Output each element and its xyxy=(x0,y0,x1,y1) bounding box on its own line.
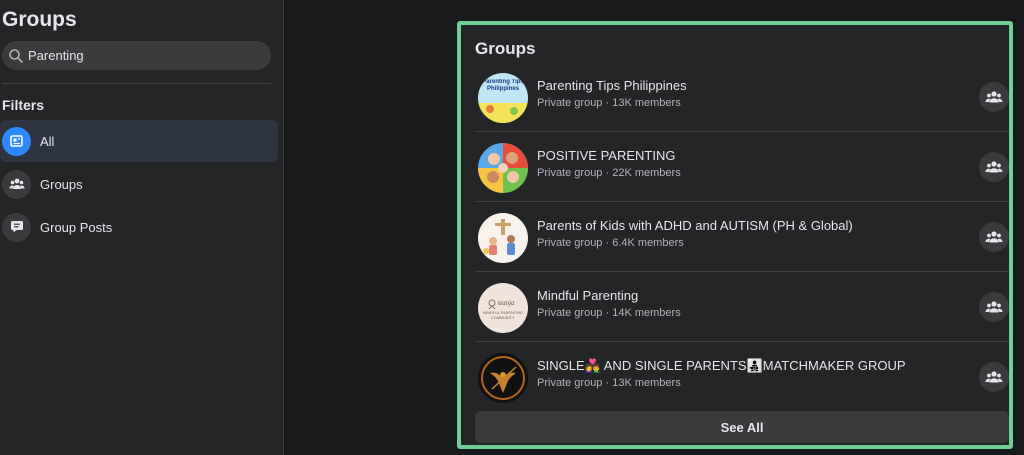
group-privacy: Private group xyxy=(537,237,603,249)
group-avatar[interactable] xyxy=(478,143,528,193)
group-row[interactable]: POSITIVE PARENTING Private group · 22K m… xyxy=(475,132,1011,202)
group-meta: Private group · 22K members xyxy=(537,167,681,179)
group-privacy: Private group xyxy=(537,97,603,109)
filter-group-posts[interactable]: Group Posts xyxy=(0,206,278,248)
group-meta: Private group · 14K members xyxy=(537,307,681,319)
groups-results-panel: Groups Parenting Tips Philippines Parent… xyxy=(457,21,1013,449)
group-privacy: Private group xyxy=(537,167,603,179)
group-meta: Private group · 13K members xyxy=(537,97,681,109)
join-group-button[interactable] xyxy=(979,292,1009,322)
svg-text:stanja: stanja xyxy=(497,299,515,307)
group-avatar[interactable] xyxy=(478,353,528,403)
avatar-text: Parenting Tips Philippines xyxy=(482,79,524,92)
group-members: 22K members xyxy=(612,167,681,179)
sidebar: Groups Filters All Groups Group Posts xyxy=(0,0,284,455)
group-row[interactable]: Parents of Kids with ADHD and AUTISM (PH… xyxy=(475,202,1011,272)
feed-icon xyxy=(2,126,31,156)
group-row[interactable]: SINGLE👩‍❤️‍👨 AND SINGLE PARENTS👨‍👧‍👦MATC… xyxy=(475,342,1011,412)
group-row[interactable]: Parenting Tips Philippines Parenting Tip… xyxy=(475,62,1011,132)
filter-label: All xyxy=(40,133,55,149)
join-group-button[interactable] xyxy=(979,362,1009,392)
group-meta: Private group · 6.4K members xyxy=(537,237,684,249)
group-row[interactable]: stanja MINDFUL PARENTING COMMUNITY Mindf… xyxy=(475,272,1011,342)
group-name[interactable]: SINGLE👩‍❤️‍👨 AND SINGLE PARENTS👨‍👧‍👦MATC… xyxy=(537,358,906,374)
group-avatar[interactable]: Parenting Tips Philippines xyxy=(478,73,528,123)
group-name[interactable]: POSITIVE PARENTING xyxy=(537,148,675,163)
group-name[interactable]: Mindful Parenting xyxy=(537,288,638,303)
group-members: 14K members xyxy=(612,307,681,319)
filters-title: Filters xyxy=(2,97,45,113)
group-members: 6.4K members xyxy=(612,237,684,249)
search-input[interactable] xyxy=(28,48,258,63)
filter-label: Groups xyxy=(40,176,83,192)
group-avatar[interactable]: stanja MINDFUL PARENTING COMMUNITY xyxy=(478,283,528,333)
see-all-button[interactable]: See All xyxy=(475,411,1009,443)
people-icon xyxy=(2,169,31,199)
filter-groups[interactable]: Groups xyxy=(0,163,278,205)
join-group-button[interactable] xyxy=(979,82,1009,112)
join-group-icon xyxy=(985,301,1003,313)
filter-label: Group Posts xyxy=(40,219,113,235)
sidebar-divider xyxy=(2,83,271,84)
join-group-icon xyxy=(985,231,1003,243)
join-group-button[interactable] xyxy=(979,222,1009,252)
join-group-icon xyxy=(985,161,1003,173)
panel-title: Groups xyxy=(475,39,536,58)
join-group-icon xyxy=(985,91,1003,103)
group-meta: Private group · 13K members xyxy=(537,377,681,389)
group-avatar[interactable] xyxy=(478,213,528,263)
group-privacy: Private group xyxy=(537,377,603,389)
join-group-button[interactable] xyxy=(979,152,1009,182)
avatar-text: MINDFUL PARENTING COMMUNITY xyxy=(483,311,523,320)
group-members: 13K members xyxy=(612,377,681,389)
post-icon xyxy=(2,212,31,242)
search-box[interactable] xyxy=(2,41,271,70)
join-group-icon xyxy=(985,371,1003,383)
search-icon xyxy=(9,48,23,63)
group-privacy: Private group xyxy=(537,307,603,319)
group-members: 13K members xyxy=(612,97,681,109)
filter-all[interactable]: All xyxy=(0,120,278,162)
sidebar-title: Groups xyxy=(2,8,77,31)
group-name[interactable]: Parents of Kids with ADHD and AUTISM (PH… xyxy=(537,218,853,233)
group-name[interactable]: Parenting Tips Philippines xyxy=(537,78,687,93)
